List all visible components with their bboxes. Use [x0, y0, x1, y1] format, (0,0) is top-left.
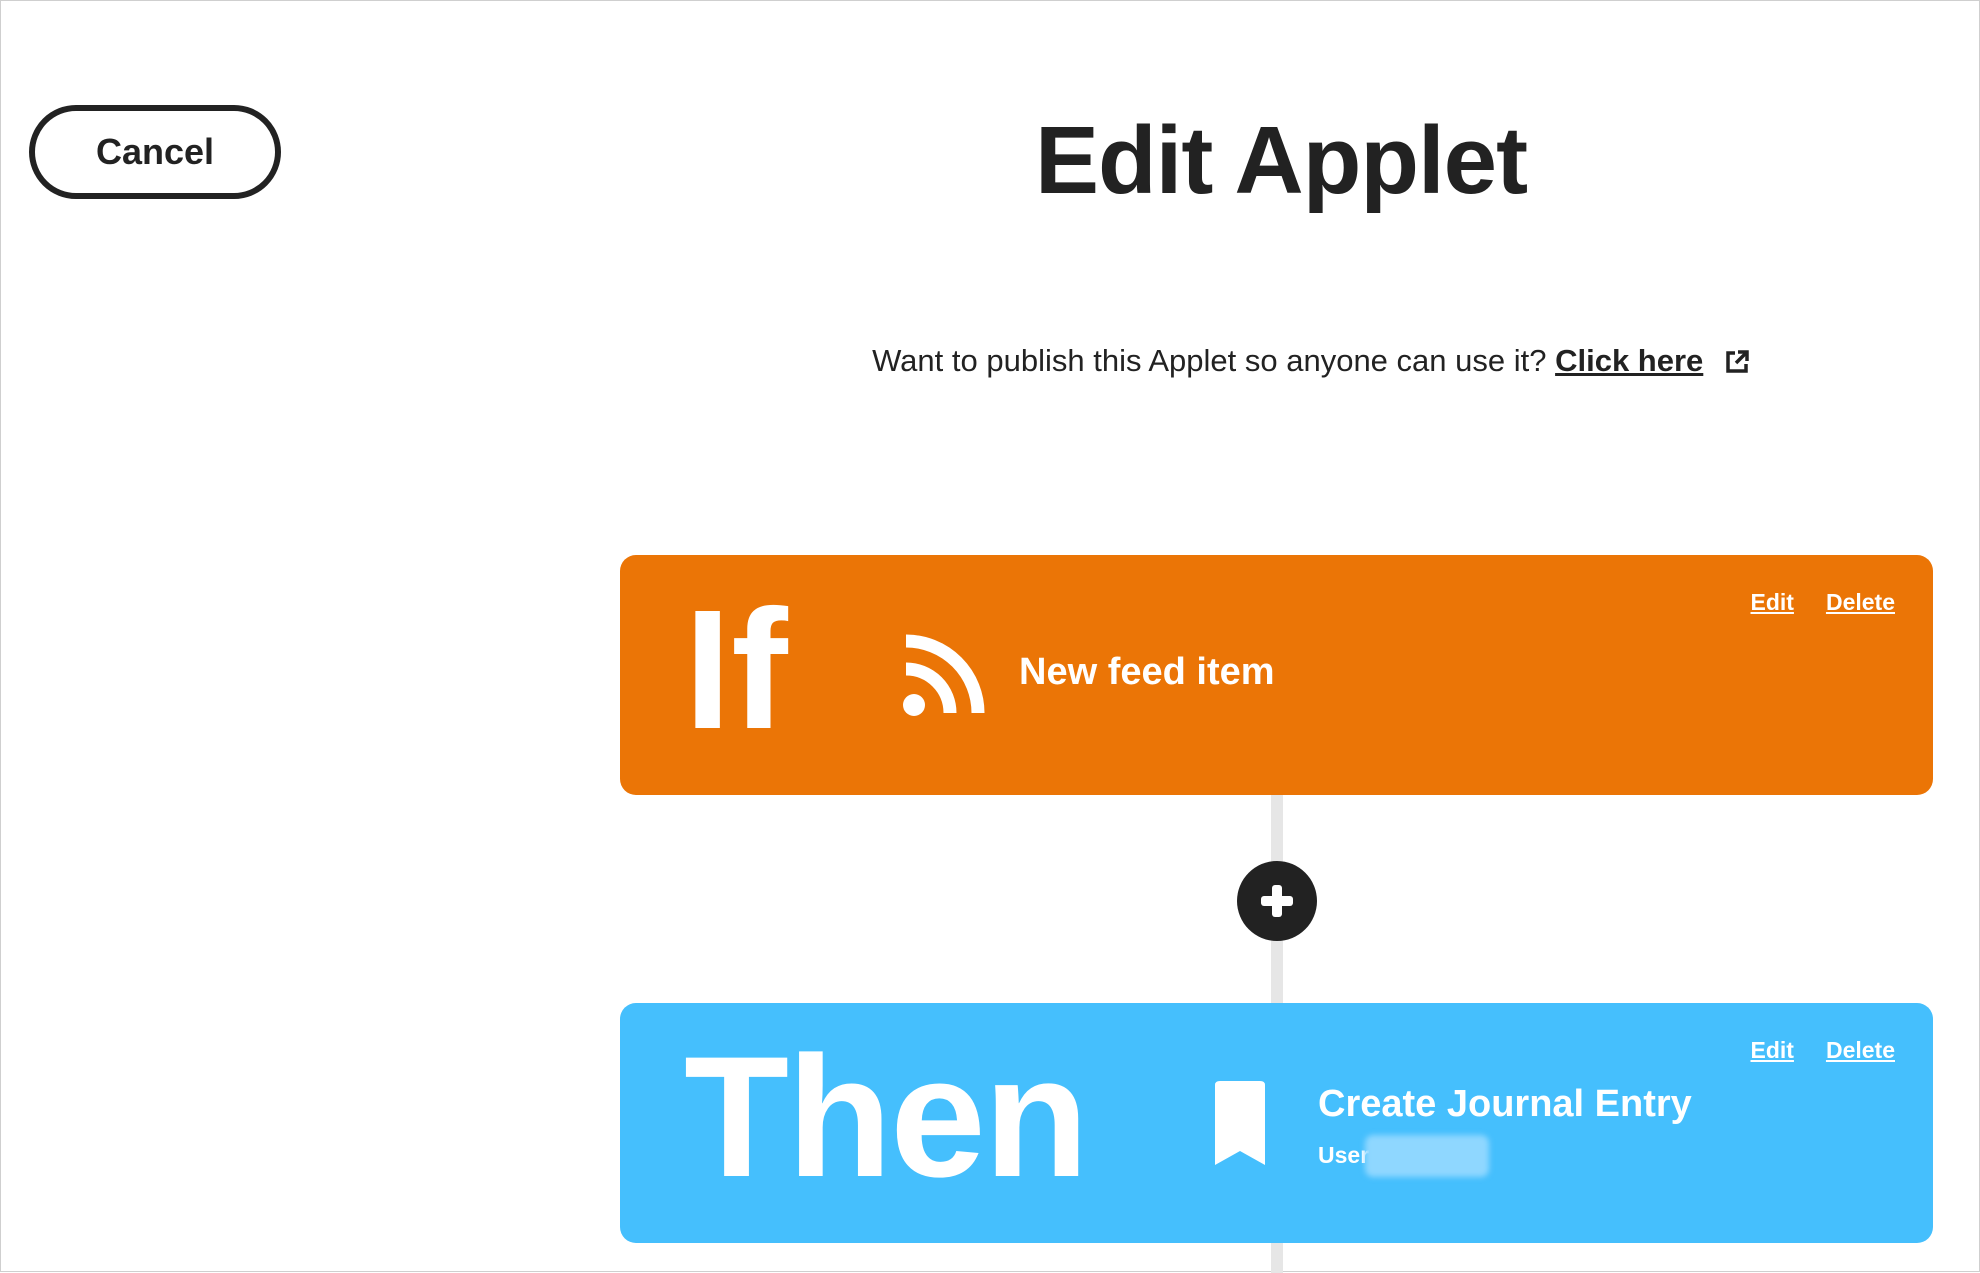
action-card[interactable]: Then Create Journal Entry User Edit Dele… [620, 1003, 1933, 1243]
action-sub-label: User [1318, 1135, 1490, 1177]
trigger-delete-link[interactable]: Delete [1826, 589, 1895, 616]
action-edit-link[interactable]: Edit [1751, 1037, 1794, 1064]
bookmark-icon [1212, 1081, 1268, 1170]
publish-prompt: Want to publish this Applet so anyone ca… [701, 337, 1921, 389]
plus-icon [1261, 885, 1293, 917]
cancel-button[interactable]: Cancel [29, 105, 281, 199]
page-frame: Cancel Edit Applet Want to publish this … [0, 0, 1980, 1273]
add-step-button[interactable] [1237, 861, 1317, 941]
action-keyword: Then [684, 1021, 1089, 1213]
trigger-card[interactable]: If New feed item Edit Delete [620, 555, 1933, 795]
trigger-edit-link[interactable]: Edit [1751, 589, 1794, 616]
action-sub-label-text: User [1318, 1142, 1370, 1168]
page-title: Edit Applet [1034, 107, 1528, 214]
external-link-icon[interactable] [1724, 341, 1750, 389]
action-label: Create Journal Entry [1318, 1083, 1692, 1125]
action-actions: Edit Delete [1751, 1037, 1896, 1064]
trigger-keyword: If [684, 575, 788, 765]
publish-link[interactable]: Click here [1555, 343, 1703, 378]
action-delete-link[interactable]: Delete [1826, 1037, 1895, 1064]
publish-prompt-text: Want to publish this Applet so anyone ca… [872, 343, 1547, 378]
rss-feed-icon [902, 633, 986, 722]
redacted-username [1365, 1135, 1490, 1177]
trigger-actions: Edit Delete [1751, 589, 1896, 616]
trigger-label: New feed item [1019, 651, 1275, 693]
